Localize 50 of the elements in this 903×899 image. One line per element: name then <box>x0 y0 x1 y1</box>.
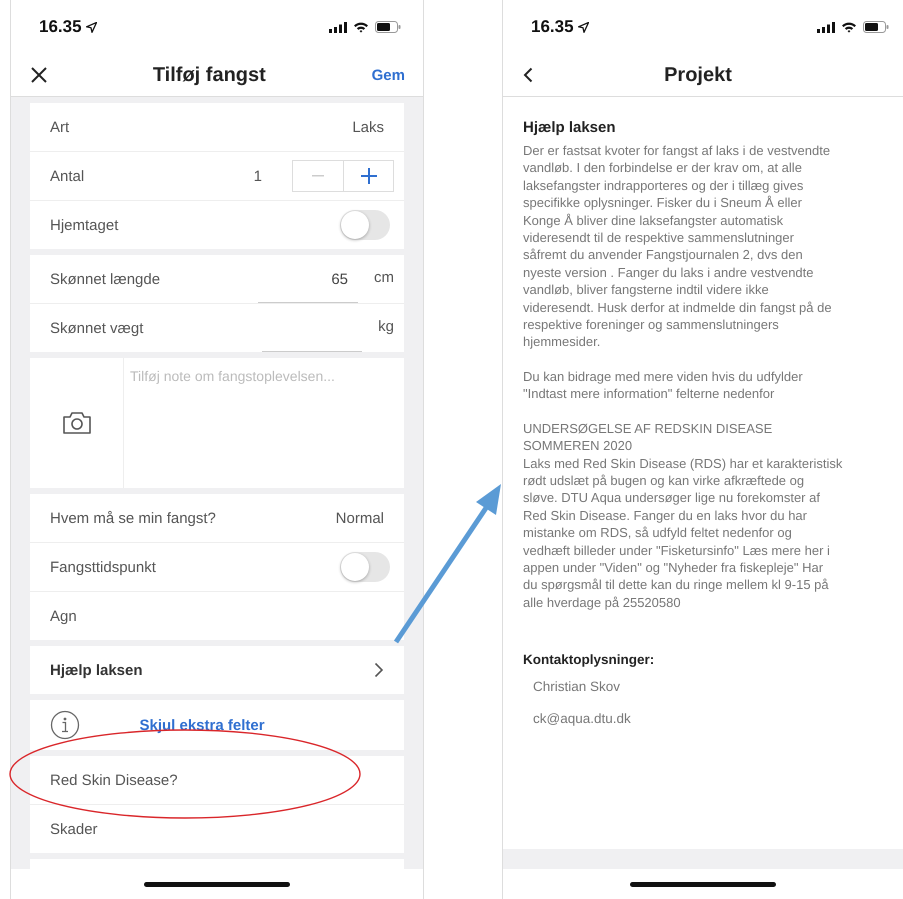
battery-icon <box>375 21 401 33</box>
battery-icon <box>863 21 889 33</box>
field-label: Skønnet vægt <box>50 320 144 336</box>
menu-item[interactable]: Hjælp laksen <box>30 646 404 694</box>
home-indicator[interactable] <box>630 882 776 886</box>
wifi-icon <box>353 21 369 33</box>
note-field[interactable]: Tilføj note om fangstoplevelsen... <box>124 358 404 488</box>
contact-heading: Kontaktoplysninger: <box>523 652 656 668</box>
field-label[interactable]: Agn <box>50 608 384 624</box>
unit-label: cm <box>374 268 394 286</box>
field-label: Hvem må se min fangst? <box>50 510 217 526</box>
back-icon[interactable] <box>523 67 533 83</box>
contact-text: Christian Skov <box>533 679 622 694</box>
plus-icon <box>360 168 376 184</box>
info-icon <box>50 710 80 740</box>
field-label: Skønnet længde <box>50 270 162 288</box>
field-label: Antal <box>50 168 86 184</box>
field-label: Hjemtaget <box>50 216 120 234</box>
count-value: 1 <box>254 168 262 184</box>
location-arrow-icon <box>578 22 589 32</box>
wifi-icon <box>841 21 857 33</box>
contact-text: ck@aqua.dtu.dk <box>533 711 632 726</box>
field-value[interactable]: Laks <box>352 118 384 136</box>
toggle-switch[interactable] <box>340 210 390 240</box>
signal-icon <box>329 22 347 32</box>
home-indicator[interactable] <box>144 882 290 886</box>
location-arrow-icon <box>86 22 97 32</box>
field-label[interactable]: Red Skin Disease? <box>50 772 384 788</box>
minus-icon <box>312 175 324 177</box>
camera-icon[interactable] <box>62 411 92 435</box>
status-time: 16.35 <box>39 17 82 37</box>
screen-title: Projekt <box>663 64 733 86</box>
paragraph: Du kan bidrage med mere viden hvis du udfylder "Indtast mere information" felterne nedenfor <box>523 368 804 403</box>
field-label: Art <box>50 118 70 136</box>
field-label[interactable]: Skader <box>50 820 384 838</box>
close-icon[interactable] <box>31 67 47 83</box>
chevron-right-icon <box>374 662 384 678</box>
field-value[interactable]: Normal <box>336 510 384 526</box>
unit-label: kg <box>378 318 394 334</box>
status-time: 16.35 <box>531 17 574 37</box>
screen-title: Tilføj fangst <box>152 64 266 86</box>
save-button[interactable]: Gem <box>372 66 405 84</box>
section-heading: Hjælp laksen <box>523 119 617 136</box>
toggle-switch[interactable] <box>340 552 390 582</box>
input-field[interactable]: 65 <box>258 263 358 303</box>
signal-icon <box>817 22 835 32</box>
paragraph: UNDERSØGELSE AF REDSKIN DISEASE SOMMEREN 2020 Laks med Red Skin Disease (RDS) har et karakteristisk rødt udslæt på bugen og kan virke afkræftede og sløve. DTU Aqua undersøger lige nu forekomster af Red Skin Disease. Fanger du en laks hvor du har mistanke om RDS, så udfyld feltet nedenfor og vedhæft billeder under "Fisketursinfo" Læs mere her i appen under "Viden" og "Nyheder fra fiskepleje" Har du spørgsmål til dette kan du ringe mellem kl 9-15 på alle hverdage på 25520580 <box>523 420 844 612</box>
paragraph: Der er fastsat kvoter for fangst af laks i de vestvendte vandløb. I den forbindelse er der krav om, at alle laksefangster indrapporteres og der i tillæg gives specifikke oplysninger. Fisker du i Sneum Å eller Konge Å bliver dine laksefangster automatisk videresendt til de respektive sammenslutninger såfremt du anvender Fangstjournalen 2, dvs den nyeste version . Fanger du laks i andre vestvendte vandløb, bliver fangsterne indtil videre ikke videresendt. Husk derfor at indmelde din fangst på de respektive foreninger og sammenslutningers hjemmesider. <box>523 142 833 351</box>
item-label: Hjælp laksen <box>50 662 144 678</box>
field-label: Fangsttidspunkt <box>50 558 157 576</box>
